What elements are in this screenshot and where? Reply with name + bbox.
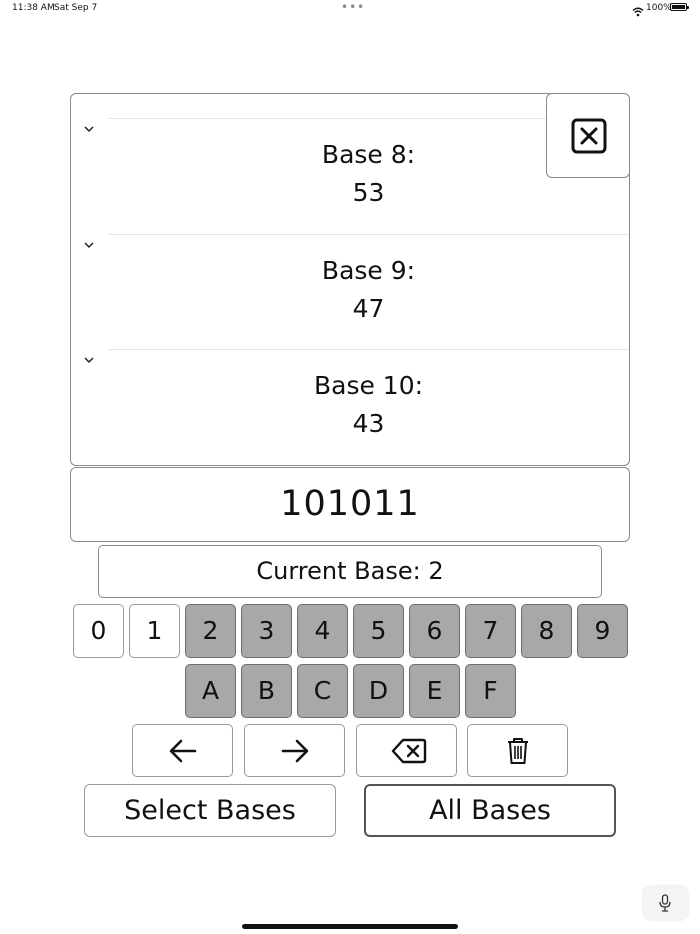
battery-icon [670, 3, 689, 11]
key-c[interactable]: C [297, 664, 348, 718]
key-3[interactable]: 3 [241, 604, 292, 658]
key-a[interactable]: A [185, 664, 236, 718]
chevron-down-icon[interactable] [83, 355, 95, 365]
base-value: 47 [352, 294, 385, 323]
microphone-icon [659, 894, 671, 912]
key-9[interactable]: 9 [577, 604, 628, 658]
wifi-icon [632, 2, 644, 21]
multitasking-dots-icon[interactable]: ••• [341, 1, 365, 13]
base-label: Base 9: [321, 256, 416, 285]
row-divider [108, 349, 629, 350]
base-value: 53 [352, 178, 385, 207]
result-row-base-10[interactable]: Base 10: 43 [71, 349, 629, 464]
key-8[interactable]: 8 [521, 604, 572, 658]
cursor-right-button[interactable] [244, 724, 345, 777]
arrow-left-icon [169, 739, 197, 763]
trash-icon [508, 738, 528, 764]
key-b[interactable]: B [241, 664, 292, 718]
clear-button[interactable] [467, 724, 568, 777]
home-indicator[interactable] [242, 924, 458, 929]
close-icon [571, 118, 607, 154]
key-0[interactable]: 0 [73, 604, 124, 658]
input-display: 101011 [70, 467, 630, 542]
key-d[interactable]: D [353, 664, 404, 718]
status-time: 11:38 AM [12, 3, 55, 13]
key-4[interactable]: 4 [297, 604, 348, 658]
key-e[interactable]: E [409, 664, 460, 718]
dictation-button[interactable] [643, 886, 688, 920]
chevron-down-icon[interactable] [83, 124, 95, 134]
cursor-left-button[interactable] [132, 724, 233, 777]
current-base-label: Current Base: 2 [98, 545, 602, 598]
status-date: Sat Sep 7 [54, 3, 98, 13]
result-row-base-9[interactable]: Base 9: 47 [71, 234, 629, 349]
select-bases-button[interactable]: Select Bases [84, 784, 336, 837]
row-divider [108, 234, 629, 235]
backspace-icon [391, 738, 427, 764]
key-5[interactable]: 5 [353, 604, 404, 658]
key-1[interactable]: 1 [129, 604, 180, 658]
key-6[interactable]: 6 [409, 604, 460, 658]
base-value: 43 [352, 409, 385, 438]
all-bases-button[interactable]: All Bases [364, 784, 616, 837]
backspace-button[interactable] [356, 724, 457, 777]
arrow-right-icon [281, 739, 309, 763]
battery-percentage: 100% [646, 3, 672, 13]
key-7[interactable]: 7 [465, 604, 516, 658]
close-button[interactable] [546, 93, 630, 178]
key-2[interactable]: 2 [185, 604, 236, 658]
key-f[interactable]: F [465, 664, 516, 718]
chevron-down-icon[interactable] [83, 240, 95, 250]
base-label: Base 10: [313, 371, 424, 400]
